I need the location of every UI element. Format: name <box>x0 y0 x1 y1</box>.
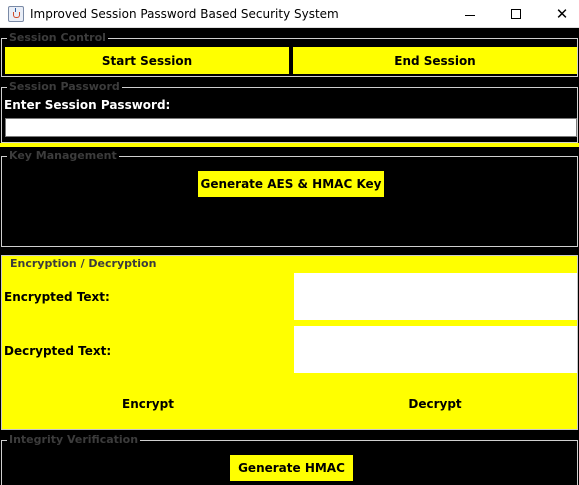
encrypt-button[interactable]: Encrypt <box>4 390 292 418</box>
session-control-panel: Session Control Start Session End Sessio… <box>1 31 578 77</box>
generate-key-button[interactable]: Generate AES & HMAC Key <box>198 171 384 197</box>
generate-hmac-button[interactable]: Generate HMAC <box>230 455 353 481</box>
decrypted-text-label: Decrypted Text: <box>4 344 112 358</box>
session-password-title: Session Password <box>7 80 122 94</box>
encryption-title: Encryption / Decryption <box>8 257 159 271</box>
window-title: Improved Session Password Based Security… <box>30 7 339 21</box>
app-window: Improved Session Password Based Security… <box>0 0 579 485</box>
session-password-prompt: Enter Session Password: <box>4 98 171 112</box>
encryption-panel: Encryption / Decryption Encrypted Text: … <box>1 255 578 430</box>
maximize-icon <box>511 9 521 19</box>
integrity-panel: Integrity Verification Generate HMAC <box>1 433 578 485</box>
end-session-button[interactable]: End Session <box>293 47 577 74</box>
decrypt-button[interactable]: Decrypt <box>292 390 578 418</box>
close-icon: ✕ <box>555 4 569 23</box>
maximize-button[interactable] <box>493 0 539 28</box>
integrity-title: Integrity Verification <box>7 433 141 447</box>
key-management-title: Key Management <box>7 149 119 163</box>
session-password-panel: Session Password Enter Session Password: <box>1 80 578 143</box>
session-control-title: Session Control <box>7 31 108 45</box>
minimize-icon <box>465 14 475 16</box>
encrypted-text-label: Encrypted Text: <box>4 290 110 304</box>
minimize-button[interactable] <box>447 0 493 28</box>
encrypted-text-area[interactable] <box>294 273 577 320</box>
java-icon <box>8 6 24 22</box>
decrypted-text-area[interactable] <box>294 326 577 373</box>
start-session-button[interactable]: Start Session <box>5 47 289 74</box>
title-bar: Improved Session Password Based Security… <box>0 0 579 28</box>
key-management-panel: Key Management Generate AES & HMAC Key <box>1 149 578 247</box>
yellow-divider <box>0 143 579 147</box>
close-button[interactable]: ✕ <box>539 0 579 28</box>
session-password-field[interactable] <box>5 118 577 137</box>
